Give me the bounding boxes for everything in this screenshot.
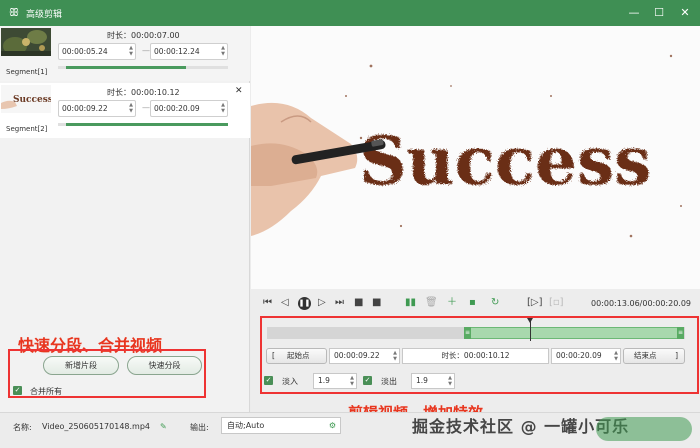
skip-forward-icon[interactable]: ⏭ <box>335 297 344 309</box>
trim-duration: 时长：00:00:10.12 <box>402 348 549 364</box>
fade-out-checkbox[interactable]: ✓ <box>363 376 372 385</box>
quick-split-button[interactable]: 快速分段 <box>127 356 202 375</box>
maximize-button[interactable]: ☐ <box>651 5 667 21</box>
name-label: 名称: <box>13 423 32 432</box>
edit-name-icon[interactable]: ✎ <box>160 422 167 431</box>
mark-out-icon[interactable]: [▫] <box>549 297 564 309</box>
mark-in-icon[interactable]: [▷] <box>527 297 543 309</box>
reset-icon[interactable]: ↻ <box>491 297 499 309</box>
set-end-button[interactable]: 结束点] <box>623 348 685 364</box>
spin-arrows-icon[interactable]: ▲ ▼ <box>221 102 225 114</box>
skip-back-icon[interactable]: ⏮ <box>263 297 272 309</box>
range-dash: — <box>142 46 150 55</box>
split-icon[interactable]: ▮▮ <box>405 297 416 309</box>
export-button[interactable] <box>596 417 692 441</box>
spin-arrows-icon[interactable]: ▲ ▼ <box>129 45 133 57</box>
segment-thumbnail: Success <box>1 85 51 113</box>
end-time-field[interactable]: 00:00:20.09 ▲ ▼ <box>551 348 621 364</box>
app-logo-icon: ꕥ <box>8 6 20 19</box>
editor-controls: ⏮ ◁ ❚❚ ▷ ⏭ ■ ■ ▮▮ 🗑 ＋ ▪ ↻ [▷] [▫] 00:00:… <box>251 289 700 422</box>
trim-end-handle[interactable]: ≡ <box>677 327 684 339</box>
gear-icon[interactable]: ⚙ <box>329 418 336 433</box>
segment-label: Segment[2] <box>6 125 48 133</box>
stop-icon[interactable]: ■ <box>354 297 363 309</box>
fade-out-label: 淡出 <box>381 377 397 386</box>
success-text: Success <box>359 122 651 200</box>
delete-icon[interactable]: 🗑 <box>425 297 438 309</box>
add-icon[interactable]: ＋ <box>447 297 457 309</box>
fade-out-field[interactable]: 1.9 ▲ ▼ <box>411 373 455 389</box>
start-time-field[interactable]: 00:00:09.22 ▲ ▼ <box>329 348 400 364</box>
segment-duration: 时长：00:00:07.00 <box>107 31 180 40</box>
fade-in-field[interactable]: 1.9 ▲ ▼ <box>313 373 357 389</box>
merge-all-checkbox[interactable]: ✓ <box>13 386 22 395</box>
window-title: 高级剪辑 <box>26 10 63 20</box>
segment-duration: 时长：00:00:10.12 <box>107 88 180 97</box>
spin-arrows-icon[interactable]: ▲ ▼ <box>129 102 133 114</box>
segment-item-2[interactable]: Success ✕ Segment[2] 时长：00:00:10.12 00:0… <box>0 83 250 138</box>
merge-all-label: 合并所有 <box>30 387 62 396</box>
segment-start-time[interactable]: 00:00:09.22 ▲ ▼ <box>58 100 136 117</box>
bottom-bar: 名称: Video_250605170148.mp4 ✎ 输出: 自动;Auto… <box>0 412 700 448</box>
trim-selection[interactable] <box>465 327 683 339</box>
remove-segment-icon[interactable]: ✕ <box>235 86 243 96</box>
segment-label: Segment[1] <box>6 68 48 76</box>
trim-timeline[interactable]: ≡ ≡ <box>267 327 685 339</box>
range-dash: — <box>142 103 150 112</box>
spin-arrows-icon[interactable]: ▲ ▼ <box>221 45 225 57</box>
set-start-button[interactable]: [起始点 <box>266 348 327 364</box>
step-back-icon[interactable]: ◁ <box>281 297 289 309</box>
file-name: Video_250605170148.mp4 <box>42 422 150 431</box>
fade-in-label: 淡入 <box>282 377 298 386</box>
minimize-button[interactable]: — <box>626 5 642 21</box>
title-bar: ꕥ 高级剪辑 — ☐ ✕ <box>0 0 700 26</box>
segment-progress <box>58 66 228 69</box>
output-label: 输出: <box>190 423 209 432</box>
trim-start-handle[interactable]: ≡ <box>464 327 471 339</box>
add-segment-button[interactable]: 新增片段 <box>43 356 119 375</box>
svg-text:Success: Success <box>13 95 51 105</box>
record-icon[interactable]: ■ <box>372 297 381 309</box>
fade-in-checkbox[interactable]: ✓ <box>264 376 273 385</box>
segment-thumbnail <box>1 28 51 56</box>
segment-end-time[interactable]: 00:00:20.09 ▲ ▼ <box>150 100 228 117</box>
segment-progress <box>58 123 228 126</box>
segment-item-1[interactable]: Segment[1] 时长：00:00:07.00 00:00:05.24 ▲ ▼ … <box>0 26 250 81</box>
video-preview[interactable]: Success <box>251 26 700 289</box>
copy-icon[interactable]: ▪ <box>469 297 476 309</box>
playhead[interactable] <box>527 318 533 341</box>
segment-end-time[interactable]: 00:00:12.24 ▲ ▼ <box>150 43 228 60</box>
playback-timecode: 00:00:13.06/00:00:20.09 <box>591 299 691 308</box>
close-button[interactable]: ✕ <box>677 5 693 21</box>
segment-start-time[interactable]: 00:00:05.24 ▲ ▼ <box>58 43 136 60</box>
step-forward-icon[interactable]: ▷ <box>318 297 326 309</box>
output-select[interactable]: 自动;Auto ⚙ <box>221 417 341 434</box>
pause-button[interactable]: ❚❚ <box>298 297 311 310</box>
